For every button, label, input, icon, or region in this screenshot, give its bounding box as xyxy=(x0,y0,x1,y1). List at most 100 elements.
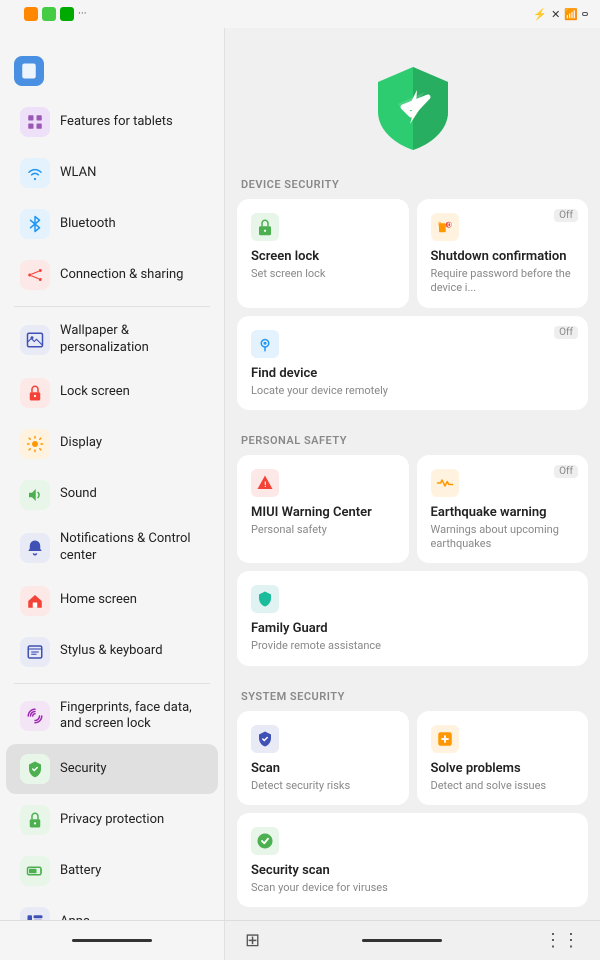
sidebar-icon-sound xyxy=(20,480,50,510)
sidebar-item-notifications[interactable]: Notifications & Control center xyxy=(6,521,218,575)
sidebar-item-stylus[interactable]: Stylus & keyboard xyxy=(6,627,218,677)
sidebar-label-display: Display xyxy=(60,435,102,452)
card-security-scan[interactable]: Security scanScan your device for viruse… xyxy=(237,813,588,907)
sidebar-icon-features xyxy=(20,107,50,137)
card-title-scan: Scan xyxy=(251,761,395,776)
card-family-guard[interactable]: Family Guard Provide remote assistance xyxy=(237,571,588,665)
sidebar-icon-fingerprints xyxy=(20,701,50,731)
sidebar-icon-lockscreen xyxy=(20,378,50,408)
card-icon-security-scan xyxy=(251,827,279,855)
sidebar-icon-wallpaper xyxy=(20,325,50,355)
sidebar-item-connection[interactable]: Connection & sharing xyxy=(6,250,218,300)
bottom-bar: ⊞ ⋮⋮ xyxy=(0,920,600,960)
tab-icon-left[interactable]: ⊞ xyxy=(245,930,260,951)
card-shutdown-confirm[interactable]: OnShutdown confirmationRequire password … xyxy=(417,199,589,308)
app-dot-2 xyxy=(42,7,56,21)
card-off-badge-shutdown-confirm: Off xyxy=(554,209,578,222)
sidebar: Features for tablets WLAN Bluetooth Connect… xyxy=(0,28,225,920)
sidebar-item-security[interactable]: Security xyxy=(6,744,218,794)
svg-text:On: On xyxy=(447,222,454,229)
status-bar: ··· ⚡ ✕ 📶 xyxy=(0,0,600,28)
wifi-icon: 📶 xyxy=(564,8,578,21)
sidebar-label-fingerprints: Fingerprints, face data, and screen lock xyxy=(60,700,204,734)
sidebar-item-features[interactable]: Features for tablets xyxy=(6,97,218,147)
card-subtitle-earthquake: Warnings about upcoming earthquakes xyxy=(431,523,575,552)
sidebar-item-wallpaper[interactable]: Wallpaper & personalization xyxy=(6,313,218,367)
card-subtitle-miui-warning: Personal safety xyxy=(251,523,395,537)
sidebar-label-privacy: Privacy protection xyxy=(60,812,164,829)
status-right: ⚡ ✕ 📶 xyxy=(533,8,588,21)
sidebar-icon-connection xyxy=(20,260,50,290)
sidebar-label-notifications: Notifications & Control center xyxy=(60,531,204,565)
card-scan[interactable]: ScanDetect security risks xyxy=(237,711,409,805)
more-dots: ··· xyxy=(78,7,87,21)
sidebar-item-display[interactable]: Display xyxy=(6,419,218,469)
sidebar-divider xyxy=(14,306,210,307)
sidebar-item-bluetooth[interactable]: Bluetooth xyxy=(6,199,218,249)
bluetooth-status-icon: ⚡ xyxy=(533,8,547,21)
sidebar-label-features: Features for tablets xyxy=(60,114,173,131)
section-personal-safety: PERSONAL SAFETY! MIUI Warning Center Perso… xyxy=(225,428,600,684)
cards-grid-personal-safety: ! MIUI Warning Center Personal safety Earth… xyxy=(225,455,600,676)
sidebar-item-battery[interactable]: Battery xyxy=(6,846,218,896)
sidebar-item-apps[interactable]: Apps xyxy=(6,897,218,920)
card-subtitle-family-guard: Provide remote assistance xyxy=(251,639,574,653)
card-title-screen-lock: Screen lock xyxy=(251,249,395,264)
content-area: DEVICE SECURITYScreen lockSet screen loc… xyxy=(225,28,600,920)
card-solve-problems[interactable]: Solve problemsDetect and solve issues xyxy=(417,711,589,805)
sidebar-item-fingerprints[interactable]: Fingerprints, face data, and screen lock xyxy=(6,690,218,744)
section-label-system-security: SYSTEM SECURITY xyxy=(225,684,600,711)
main-container: Features for tablets WLAN Bluetooth Connect… xyxy=(0,28,600,920)
card-find-device[interactable]: Find deviceLocate your device remotelyOf… xyxy=(237,316,588,410)
sidebar-label-wallpaper: Wallpaper & personalization xyxy=(60,323,204,357)
sidebar-item-privacy[interactable]: Privacy protection xyxy=(6,795,218,845)
sidebar-label-bluetooth: Bluetooth xyxy=(60,216,116,233)
device-icon xyxy=(14,56,44,86)
sidebar-item-mydevice[interactable] xyxy=(0,50,224,96)
sidebar-item-wlan[interactable]: WLAN xyxy=(6,148,218,198)
sidebar-item-lockscreen[interactable]: Lock screen xyxy=(6,368,218,418)
signal-icon: ✕ xyxy=(551,8,560,21)
card-title-miui-warning: MIUI Warning Center xyxy=(251,505,395,520)
sidebar-icon-notifications xyxy=(20,533,50,563)
card-earthquake[interactable]: Earthquake warning Warnings about upcomin… xyxy=(417,455,589,564)
card-icon-miui-warning: ! xyxy=(251,469,279,497)
section-system-security: SYSTEM SECURITYScanDetect security risks… xyxy=(225,684,600,920)
sidebar-item-homescreen[interactable]: Home screen xyxy=(6,576,218,626)
card-miui-warning[interactable]: ! MIUI Warning Center Personal safety xyxy=(237,455,409,564)
sidebar-label-stylus: Stylus & keyboard xyxy=(60,643,163,660)
sidebar-icon-security xyxy=(20,754,50,784)
section-device-security: DEVICE SECURITYScreen lockSet screen loc… xyxy=(225,172,600,428)
card-subtitle-security-scan: Scan your device for viruses xyxy=(251,881,574,895)
section-label-personal-safety: PERSONAL SAFETY xyxy=(225,428,600,455)
card-icon-scan xyxy=(251,725,279,753)
card-off-badge-earthquake: Off xyxy=(554,465,578,478)
tab-icon-right[interactable]: ⋮⋮ xyxy=(544,930,580,951)
sidebar-label-security: Security xyxy=(60,761,107,778)
bottom-content-bar: ⊞ ⋮⋮ xyxy=(225,921,600,960)
sidebar-label-lockscreen: Lock screen xyxy=(60,384,130,401)
card-subtitle-solve-problems: Detect and solve issues xyxy=(431,779,575,793)
sidebar-icon-homescreen xyxy=(20,586,50,616)
card-icon-solve-problems xyxy=(431,725,459,753)
sidebar-label-homescreen: Home screen xyxy=(60,592,137,609)
sidebar-icon-battery xyxy=(20,856,50,886)
card-subtitle-find-device: Locate your device remotely xyxy=(251,384,574,398)
card-icon-earthquake xyxy=(431,469,459,497)
sidebar-icon-apps xyxy=(20,907,50,920)
card-icon-family-guard xyxy=(251,585,279,613)
card-off-badge-find-device: Off xyxy=(554,326,578,339)
svg-text:!: ! xyxy=(264,480,266,489)
bottom-sidebar-scroll xyxy=(0,921,225,960)
sidebar-icon-wlan xyxy=(20,158,50,188)
sidebar-title xyxy=(0,34,224,50)
sidebar-icon-display xyxy=(20,429,50,459)
content-section-divider xyxy=(225,420,600,428)
card-screen-lock[interactable]: Screen lockSet screen lock xyxy=(237,199,409,308)
sidebar-item-sound[interactable]: Sound xyxy=(6,470,218,520)
security-shield-container xyxy=(225,52,600,172)
card-icon-shutdown-confirm: On xyxy=(431,213,459,241)
card-title-earthquake: Earthquake warning xyxy=(431,505,575,520)
app-dot-3 xyxy=(60,7,74,21)
card-title-family-guard: Family Guard xyxy=(251,621,574,636)
